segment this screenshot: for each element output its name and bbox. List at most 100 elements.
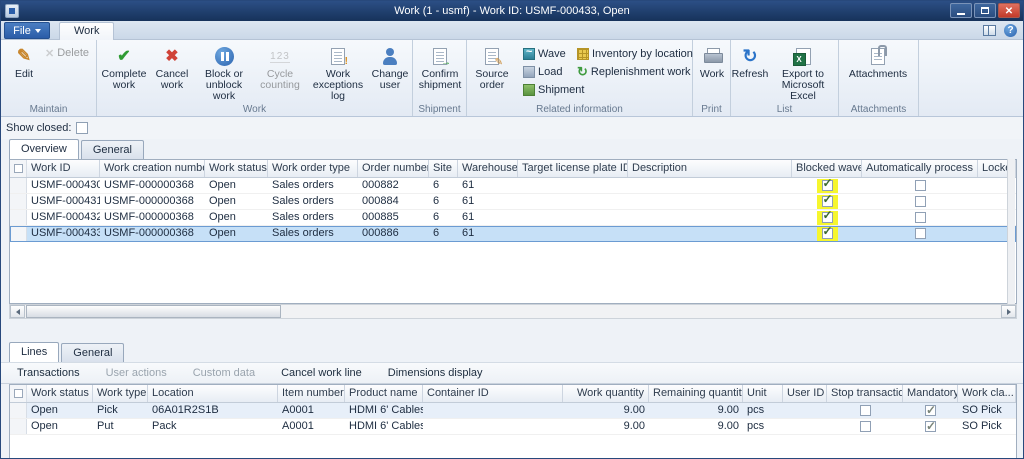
select-all-checkbox[interactable] [14,164,23,173]
shipment-button[interactable]: Shipment [523,82,584,98]
blocked-wave-checkbox[interactable] [821,210,833,223]
source-order-button[interactable]: Source order [469,42,515,91]
col-work-id[interactable]: Work ID [27,160,100,177]
blocked-wave-checkbox[interactable] [821,194,833,207]
mandatory-checkbox[interactable] [925,419,936,433]
auto-process-checkbox[interactable] [914,227,926,239]
cycle-counting-button[interactable]: Cycle counting [255,42,305,91]
col-order-number[interactable]: Order number [358,160,429,177]
row-selector[interactable] [10,419,27,434]
select-all-header[interactable] [10,160,27,177]
col-work-quantity[interactable]: Work quantity [563,385,649,402]
col-target-license-plate[interactable]: Target license plate ID [518,160,628,177]
confirm-shipment-button[interactable]: Confirm shipment [415,42,465,91]
action-cancel-work-line[interactable]: Cancel work line [281,367,362,379]
table-row-selected[interactable]: USMF-000433 USMF-000000368 Open Sales or… [10,226,1016,242]
tab-work[interactable]: Work [59,22,115,41]
minimize-button[interactable] [950,3,972,18]
row-selector[interactable] [10,210,27,225]
col-location[interactable]: Location [148,385,278,402]
table-row[interactable]: USMF-000432 USMF-000000368 Open Sales or… [10,210,1016,226]
edit-button[interactable]: Edit [5,42,43,80]
row-selector[interactable] [10,178,27,193]
cancel-work-button[interactable]: Cancel work [151,42,193,91]
cell-description [628,226,792,241]
table-row[interactable]: USMF-000431 USMF-000000368 Open Sales or… [10,194,1016,210]
col-site[interactable]: Site [429,160,458,177]
col-work-order-type[interactable]: Work order type [268,160,358,177]
col-work-class[interactable]: Work cla... [958,385,1016,402]
wave-button[interactable]: Wave [523,46,566,62]
col-work-status[interactable]: Work status [205,160,268,177]
table-row[interactable]: Open Put Pack A0001 HDMI 6' Cables 9.00 … [10,419,1016,435]
cell-site: 6 [433,195,440,207]
col-user-id[interactable]: User ID [783,385,827,402]
inventory-by-location-button[interactable]: Inventory by location [577,46,693,62]
col-mandatory[interactable]: Mandatory [903,385,958,402]
col-item-number[interactable]: Item number [278,385,345,402]
action-dimensions-display[interactable]: Dimensions display [388,367,483,379]
file-menu-button[interactable]: File [4,22,50,39]
col-blocked-wave[interactable]: Blocked wave [792,160,862,177]
tab-general-lines[interactable]: General [61,343,125,362]
row-selector[interactable] [10,194,27,209]
col-work-type[interactable]: Work type [93,385,148,402]
tab-lines[interactable]: Lines [9,342,60,362]
tab-general-top[interactable]: General [80,140,144,159]
col-product-name[interactable]: Product name [345,385,423,402]
col-stop-transaction[interactable]: Stop transaction [827,385,903,402]
cell-status: Open [209,195,236,207]
attachments-button[interactable]: Attachments [847,42,909,80]
col-work-creation-number[interactable]: Work creation number [100,160,205,177]
scrollbar-thumb[interactable] [26,305,281,318]
col-container-id[interactable]: Container ID [423,385,563,402]
refresh-icon [742,46,757,67]
horizontal-scrollbar[interactable] [9,304,1017,319]
table-row[interactable]: USMF-000430 USMF-000000368 Open Sales or… [10,178,1016,194]
cell-work-type: Put [97,420,114,432]
change-user-button[interactable]: Change user [369,42,411,91]
show-closed-checkbox[interactable] [76,122,89,134]
replenishment-work-button[interactable]: Replenishment work [577,64,691,80]
auto-process-checkbox[interactable] [914,195,926,207]
layout-icon[interactable] [983,25,996,36]
mandatory-checkbox[interactable] [925,403,936,417]
delete-button[interactable]: Delete [45,45,89,61]
close-button[interactable] [998,3,1020,18]
export-to-excel-button[interactable]: Export to Microsoft Excel [769,42,837,102]
auto-process-checkbox[interactable] [914,179,926,191]
scroll-right-button[interactable] [1001,305,1016,318]
tabstrip-right [983,24,1017,37]
lines-select-all-header[interactable] [10,385,27,402]
tab-overview[interactable]: Overview [9,139,79,159]
complete-work-button[interactable]: Complete work [99,42,149,91]
scroll-left-button[interactable] [10,305,25,318]
lines-select-all-checkbox[interactable] [14,389,23,398]
stop-transaction-checkbox[interactable] [859,420,871,432]
col-description[interactable]: Description [628,160,792,177]
blocked-wave-checkbox[interactable] [821,178,833,191]
load-button[interactable]: Load [523,64,562,80]
work-print-button[interactable]: Work [695,42,729,80]
action-custom-data[interactable]: Custom data [193,367,255,379]
refresh-button[interactable]: Refresh [731,42,769,80]
work-exceptions-log-button[interactable]: Work exceptions log [309,42,367,102]
col-warehouse[interactable]: Warehouse [458,160,518,177]
col-remaining-quantity[interactable]: Remaining quantity [649,385,743,402]
maximize-button[interactable] [974,3,996,18]
col-unit[interactable]: Unit [743,385,783,402]
row-selector[interactable] [10,403,27,418]
help-icon[interactable] [1004,24,1017,37]
auto-process-checkbox[interactable] [914,211,926,223]
table-row[interactable]: Open Pick 06A01R2S1B A0001 HDMI 6' Cable… [10,403,1016,419]
blocked-wave-checkbox[interactable] [821,226,833,239]
action-user-actions[interactable]: User actions [106,367,167,379]
vertical-scrollbar[interactable] [1007,159,1015,304]
block-unblock-work-button[interactable]: Block or unblock work [195,42,253,102]
action-transactions[interactable]: Transactions [17,367,80,379]
row-selector[interactable] [10,226,27,241]
col-automatically-process[interactable]: Automatically process [862,160,978,177]
edit-label: Edit [14,68,34,80]
col-line-work-status[interactable]: Work status [27,385,93,402]
stop-transaction-checkbox[interactable] [859,404,871,416]
